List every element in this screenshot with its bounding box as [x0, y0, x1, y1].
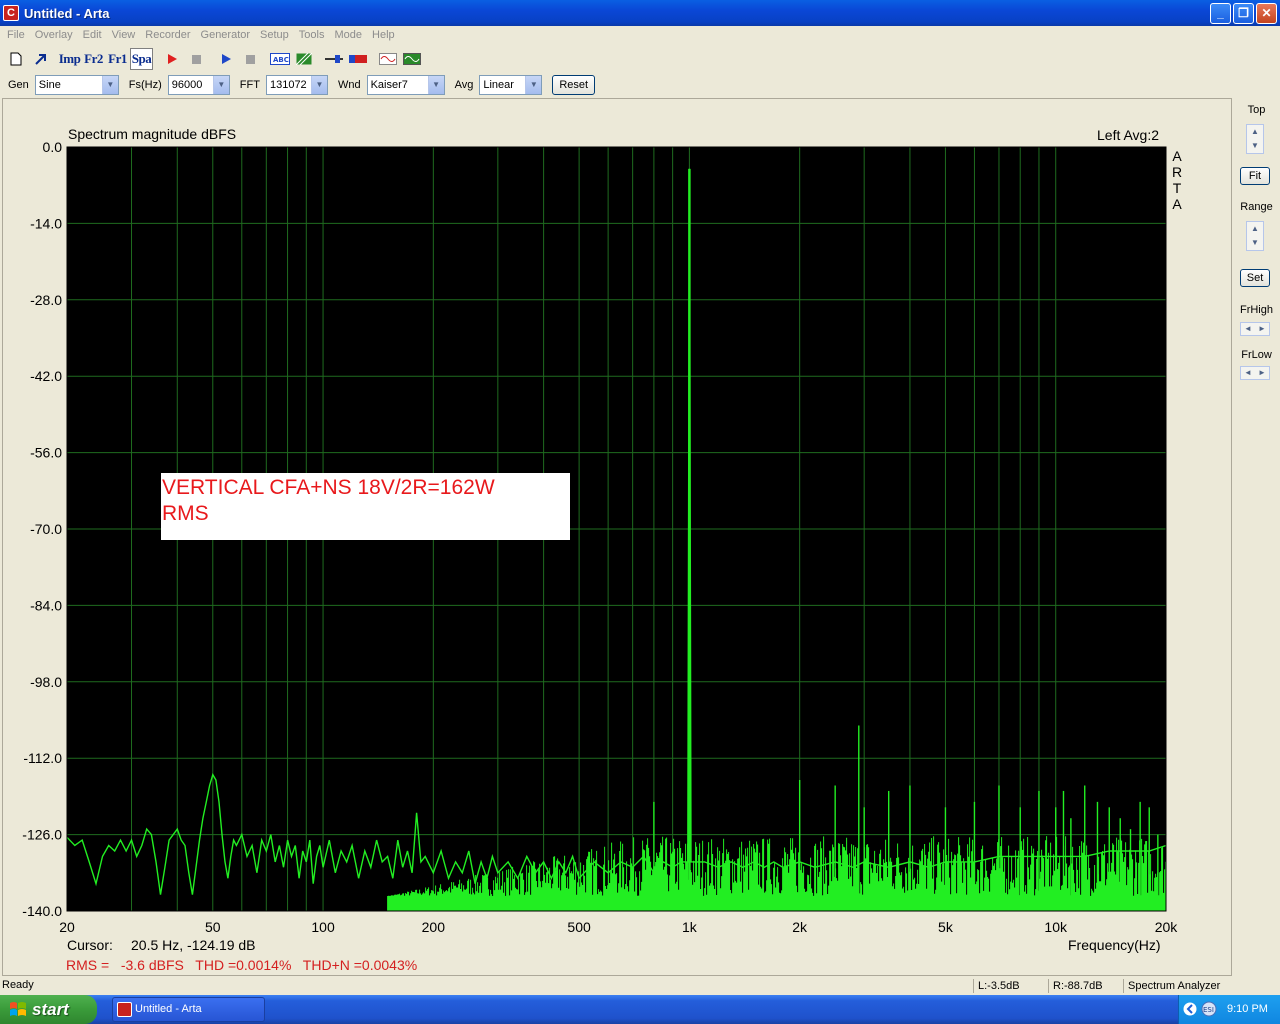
maximize-button[interactable]: ❐: [1233, 3, 1254, 24]
system-tray: ESI 9:10 PM: [1178, 995, 1280, 1024]
chevron-up-icon[interactable]: ▲: [1247, 125, 1263, 139]
y-tick-label: -126.0: [22, 827, 62, 843]
x-tick-label: 500: [567, 919, 591, 935]
taskbar-item-arta[interactable]: Untitled - Arta: [112, 997, 265, 1022]
frequency-axis-label: Frequency(Hz): [1068, 937, 1161, 953]
status-ready: Ready: [2, 979, 34, 991]
y-tick-label: -42.0: [30, 368, 62, 384]
arta-letter: A: [1172, 148, 1182, 164]
x-tick-label: 5k: [938, 919, 954, 935]
arta-letter: R: [1172, 164, 1183, 180]
x-tick-label: 2k: [792, 919, 808, 935]
y-tick-label: -84.0: [30, 597, 62, 613]
y-tick-label: -28.0: [30, 292, 62, 308]
network-icon[interactable]: ESI: [1201, 1001, 1217, 1017]
y-tick-label: -98.0: [30, 674, 62, 690]
y-tick-label: -112.0: [23, 750, 62, 766]
cursor-label: Cursor:: [67, 937, 113, 953]
plot-title: Spectrum magnitude dBFS: [68, 126, 237, 142]
clock[interactable]: 9:10 PM: [1227, 1003, 1268, 1015]
chevron-down-icon[interactable]: ▼: [1247, 236, 1263, 250]
windows-logo-icon: [10, 1002, 26, 1016]
annotation-line: VERTICAL CFA+NS 18V/2R=162W: [162, 476, 495, 499]
arta-brand: A R T A: [1172, 148, 1182, 212]
set-button[interactable]: Set: [1240, 269, 1270, 287]
right-level: R:-88.7dB: [1048, 979, 1123, 993]
spectrum-chart[interactable]: 0.0 -14.0 -28.0 -42.0 -56.0 -70.0 -84.0 -98.0 -1…: [0, 0, 1232, 976]
left-level: L:-3.5dB: [973, 979, 1048, 993]
chevron-right-icon[interactable]: ►: [1255, 367, 1269, 379]
frlow-label: FrLow: [1241, 349, 1272, 361]
frhigh-spinner[interactable]: ◄ ►: [1240, 322, 1270, 336]
x-tick-label: 20: [59, 919, 75, 935]
rms-thd-readout: RMS = -3.6 dBFS THD =0.0014% THD+N =0.00…: [66, 957, 418, 973]
start-button[interactable]: start: [0, 995, 97, 1024]
status-bar: Ready L:-3.5dB R:-88.7dB Spectrum Analyz…: [0, 977, 1280, 995]
mode-indicator: Spectrum Analyzer: [1123, 979, 1253, 993]
chevron-down-icon[interactable]: ▼: [1247, 139, 1263, 153]
top-label: Top: [1247, 104, 1266, 116]
arta-letter: T: [1172, 180, 1182, 196]
top-spinner[interactable]: ▲ ▼: [1246, 124, 1264, 154]
taskbar: start Untitled - Arta ESI 9:10 PM: [0, 995, 1280, 1024]
x-tick-label: 1k: [682, 919, 698, 935]
x-tick-label: 50: [205, 919, 221, 935]
x-tick-label: 10k: [1044, 919, 1068, 935]
cursor-readout: 20.5 Hz, -124.19 dB: [131, 937, 256, 953]
side-panel: Top ▲ ▼ Fit Range ▲ ▼ Set FrHigh ◄ ► FrLow …: [1233, 98, 1280, 976]
start-label: start: [32, 1000, 69, 1019]
y-tick-label: -140.0: [22, 903, 62, 919]
taskbar-item-label: Untitled - Arta: [135, 1003, 202, 1015]
chevron-right-icon[interactable]: ►: [1255, 323, 1269, 335]
y-tick-label: -70.0: [30, 521, 62, 537]
frhigh-label: FrHigh: [1239, 304, 1273, 316]
close-button[interactable]: ✕: [1256, 3, 1277, 24]
arta-app-icon: [117, 1002, 132, 1017]
y-tick-label: 0.0: [43, 139, 63, 155]
chevron-left-icon[interactable]: ◄: [1241, 323, 1255, 335]
x-tick-label: 20k: [1155, 919, 1179, 935]
y-tick-label: -14.0: [30, 215, 62, 231]
chevron-up-icon[interactable]: ▲: [1247, 222, 1263, 236]
x-tick-label: 100: [311, 919, 335, 935]
annotation-line: RMS: [162, 502, 209, 525]
channel-info: Left Avg:2: [1097, 127, 1160, 143]
x-tick-label: 200: [422, 919, 446, 935]
tray-collapse-icon[interactable]: [1183, 1002, 1197, 1016]
chevron-left-icon[interactable]: ◄: [1241, 367, 1255, 379]
fit-button[interactable]: Fit: [1240, 167, 1270, 185]
y-tick-label: -56.0: [30, 445, 62, 461]
frlow-spinner[interactable]: ◄ ►: [1240, 366, 1270, 380]
range-spinner[interactable]: ▲ ▼: [1246, 221, 1264, 251]
range-label: Range: [1240, 201, 1273, 213]
svg-text:ESI: ESI: [1203, 1006, 1214, 1014]
arta-letter: A: [1172, 196, 1182, 212]
